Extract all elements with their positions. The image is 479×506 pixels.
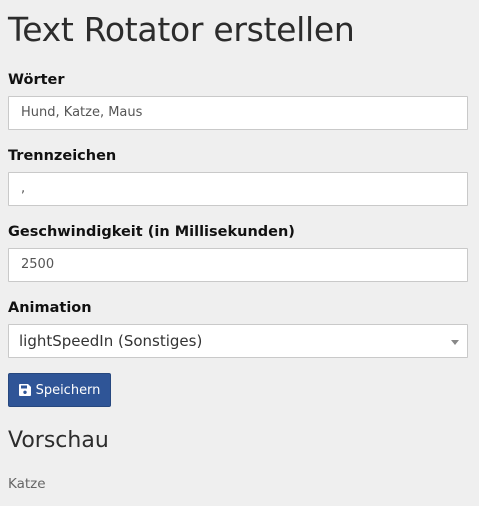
animation-select[interactable]: lightSpeedIn (Sonstiges) <box>8 324 468 358</box>
preview-text: Katze <box>8 476 46 492</box>
dropdown-arrow-icon[interactable] <box>451 340 459 345</box>
animation-selected-value: lightSpeedIn (Sonstiges) <box>19 332 203 350</box>
separator-label: Trennzeichen <box>8 148 117 164</box>
speed-label: Geschwindigkeit (in Millisekunden) <box>8 224 295 240</box>
animation-label: Animation <box>8 300 92 316</box>
separator-input[interactable]: , <box>8 172 468 206</box>
speed-input[interactable]: 2500 <box>8 248 468 282</box>
preview-title: Vorschau <box>8 428 109 453</box>
floppy-disk-icon <box>18 384 31 396</box>
page-title: Text Rotator erstellen <box>8 10 355 49</box>
text-rotator-page: Text Rotator erstellen Wörter Hund, Katz… <box>0 0 479 506</box>
words-label: Wörter <box>8 72 65 88</box>
words-input[interactable]: Hund, Katze, Maus <box>8 96 468 130</box>
save-button-label: Speichern <box>35 382 101 398</box>
save-button[interactable]: Speichern <box>8 373 111 407</box>
